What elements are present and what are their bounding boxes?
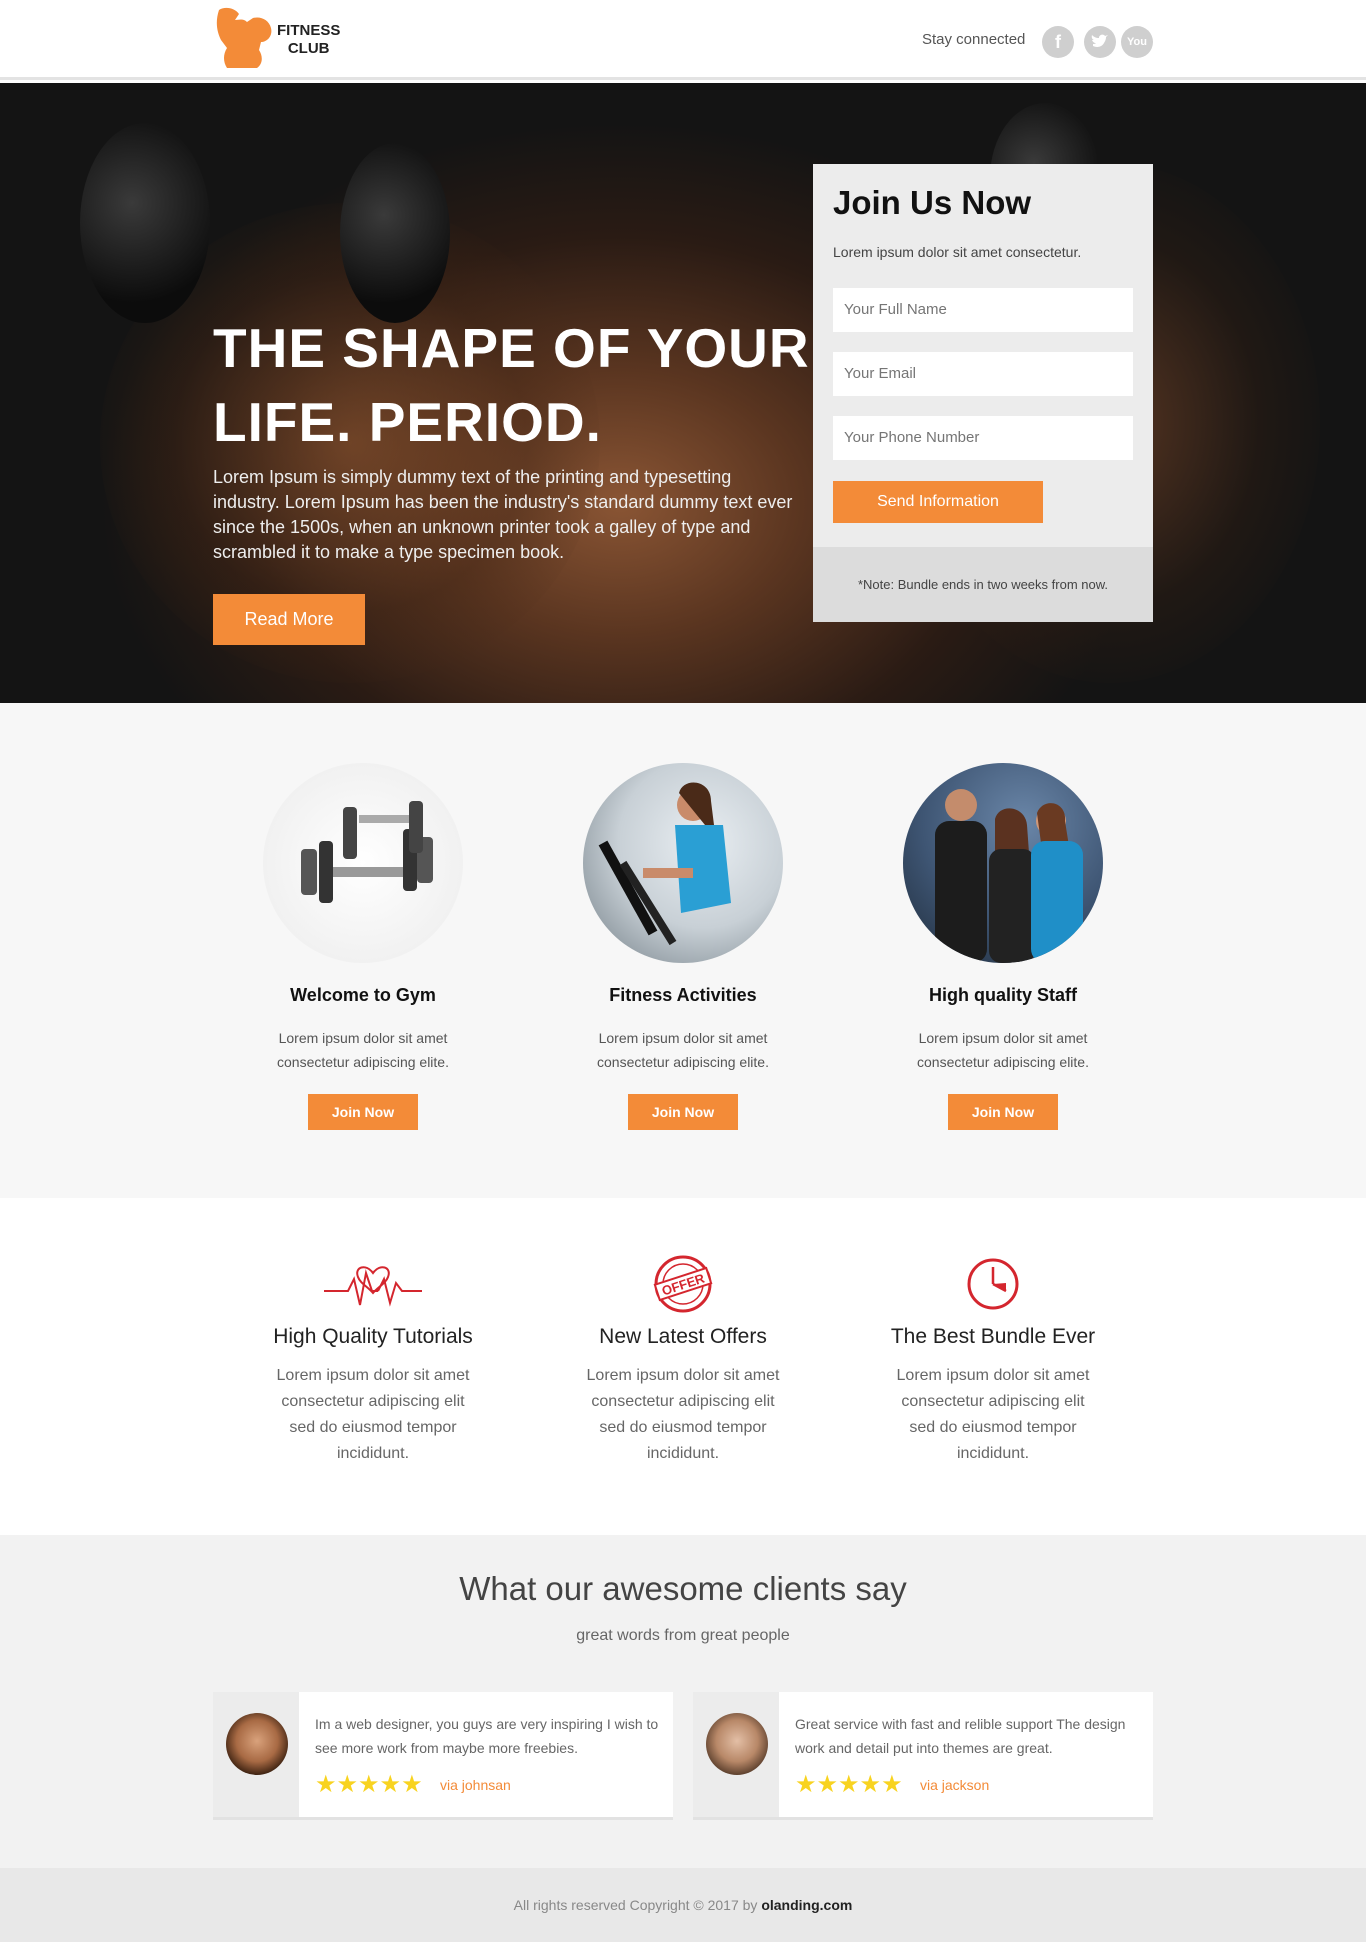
avatar [706,1713,768,1775]
benefit-item: The Best Bundle Ever Lorem ipsum dolor s… [863,1253,1123,1467]
hero-title-line-2: LIFE. PERIOD. [213,391,602,453]
benefit-text-line: consectetur adipiscing elit [281,1393,465,1410]
stay-connected-label: Stay connected [922,31,1026,48]
benefit-text-line: Lorem ipsum dolor sit amet [586,1367,780,1384]
dumbbells-icon [301,801,433,903]
feature-text: Lorem ipsum dolor sit amet consectetur a… [873,1026,1133,1074]
benefit-text: Lorem ipsum dolor sit amet consectetur a… [243,1363,503,1467]
youtube-icon[interactable]: You [1121,26,1153,58]
join-now-button[interactable]: Join Now [948,1094,1058,1130]
read-more-button[interactable]: Read More [213,594,365,645]
bundle-note: *Note: Bundle ends in two weeks from now… [813,547,1153,622]
testimonial-card: Great service with fast and relible supp… [693,1692,1153,1820]
feature-text: Lorem ipsum dolor sit amet consectetur a… [233,1026,493,1074]
benefit-text-line: incididunt. [336,1445,410,1462]
join-form-subtitle: Lorem ipsum dolor sit amet consectetur. [833,244,1082,260]
testimonial-text: Im a web designer, you guys are very ins… [315,1716,659,1756]
feature-text: Lorem ipsum dolor sit amet consectetur a… [553,1026,813,1074]
benefit-item: OFFER New Latest Offers Lorem ipsum dolo… [553,1253,813,1467]
offer-stamp-icon: OFFER [553,1253,813,1315]
hero-title-line-1: THE SHAPE OF YOUR [213,317,810,379]
join-form-title: Join Us Now [833,184,1032,221]
staff-team-image [903,763,1103,963]
testimonials-title: What our awesome clients say [459,1570,907,1607]
feature-text-line: Lorem ipsum dolor sit amet [278,1030,448,1046]
benefit-text: Lorem ipsum dolor sit amet consectetur a… [553,1363,813,1467]
woman-exercising-icon [598,782,731,946]
dumbbells-image [263,763,463,963]
site-header: FITNESS CLUB Stay connected f You [0,0,1366,80]
join-now-button[interactable]: Join Now [628,1094,738,1130]
copyright-text: All rights reserved Copyright © 2017 by [513,1897,758,1913]
logo-line-2: CLUB [287,40,330,57]
feature-title: Fitness Activities [609,985,757,1005]
testimonials-section: What our awesome clients say great words… [0,1535,1366,1868]
feature-text-line: Lorem ipsum dolor sit amet [918,1030,1088,1046]
benefits-section: High Quality Tutorials Lorem ipsum dolor… [0,1198,1366,1535]
fitness-woman-image [583,763,783,963]
hero-title: THE SHAPE OF YOUR LIFE. PERIOD. [213,311,813,459]
dumbbell-plate-image [340,143,450,323]
site-footer: All rights reserved Copyright © 2017 by … [0,1868,1366,1942]
feature-card: Fitness Activities Lorem ipsum dolor sit… [553,763,813,1130]
logo[interactable]: FITNESS CLUB [213,6,353,70]
testimonial-card: Im a web designer, you guys are very ins… [213,1692,673,1820]
hero-description: Lorem Ipsum is simply dummy text of the … [213,467,793,562]
features-section: Welcome to Gym Lorem ipsum dolor sit ame… [0,703,1366,1198]
benefit-text: Lorem ipsum dolor sit amet consectetur a… [863,1363,1123,1467]
hero-section: THE SHAPE OF YOUR LIFE. PERIOD. Lorem Ip… [0,83,1366,703]
footer-site-link[interactable]: olanding.com [761,1897,852,1913]
testimonial-author-link[interactable]: via johnsan [440,1777,511,1793]
testimonial-avatar-panel [213,1692,299,1817]
phone-input[interactable] [833,416,1133,460]
feature-title: Welcome to Gym [290,985,436,1005]
clock-icon [863,1253,1123,1315]
testimonial-text: Great service with fast and relible supp… [795,1716,1126,1756]
feature-text-line: consectetur adipiscing elite. [917,1054,1089,1070]
benefit-text-line: consectetur adipiscing elit [901,1393,1085,1410]
benefit-title: The Best Bundle Ever [890,1325,1096,1348]
benefit-text-line: sed do eiusmod tempor [909,1419,1077,1436]
feature-text-line: consectetur adipiscing elite. [277,1054,449,1070]
join-now-button[interactable]: Join Now [308,1094,418,1130]
flexing-arm-logo-icon [216,7,272,68]
feature-text-line: consectetur adipiscing elite. [597,1054,769,1070]
benefit-title: New Latest Offers [599,1325,767,1348]
logo-text: FITNESS CLUB [277,22,340,58]
benefit-text-line: incididunt. [646,1445,720,1462]
benefit-text-line: sed do eiusmod tempor [289,1419,457,1436]
benefit-item: High Quality Tutorials Lorem ipsum dolor… [243,1253,503,1467]
benefit-text-line: consectetur adipiscing elit [591,1393,775,1410]
full-name-input[interactable] [833,288,1133,332]
twitter-bird-icon [1091,34,1108,47]
testimonial-author-link[interactable]: via jackson [920,1777,989,1793]
benefit-text-line: sed do eiusmod tempor [599,1419,767,1436]
facebook-icon[interactable]: f [1042,26,1074,58]
join-form: Join Us Now Lorem ipsum dolor sit amet c… [813,164,1153,622]
benefit-text-line: Lorem ipsum dolor sit amet [896,1367,1090,1384]
testimonial-avatar-panel [693,1692,779,1817]
feature-title: High quality Staff [929,985,1077,1005]
feature-text-line: Lorem ipsum dolor sit amet [598,1030,768,1046]
rating-stars-icon: ★★★★★ [795,1771,903,1798]
feature-card: High quality Staff Lorem ipsum dolor sit… [873,763,1133,1130]
logo-line-1: FITNESS [277,22,341,39]
feature-card: Welcome to Gym Lorem ipsum dolor sit ame… [233,763,493,1130]
staff-people-icon [935,789,1083,963]
benefit-title: High Quality Tutorials [273,1325,473,1348]
email-input[interactable] [833,352,1133,396]
send-information-button[interactable]: Send Information [833,481,1043,523]
benefit-text-line: incididunt. [956,1445,1030,1462]
twitter-icon[interactable] [1084,26,1116,58]
benefit-text-line: Lorem ipsum dolor sit amet [276,1367,470,1384]
rating-stars-icon: ★★★★★ [315,1771,423,1798]
avatar [226,1713,288,1775]
dumbbell-plate-image [80,123,210,323]
heartbeat-icon [243,1253,503,1315]
testimonials-subtitle: great words from great people [576,1627,790,1644]
